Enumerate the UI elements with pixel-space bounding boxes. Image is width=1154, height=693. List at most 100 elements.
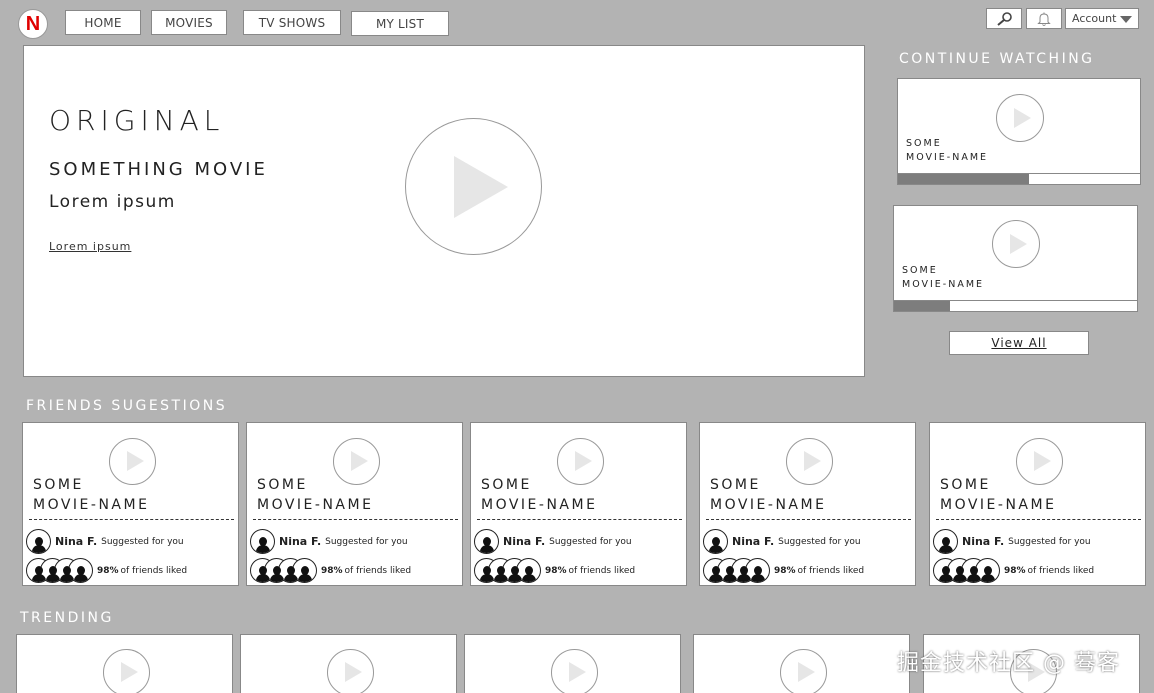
friend-suggestion-card[interactable]: SOME MOVIE-NAME Nina F. Suggested for yo…	[929, 422, 1146, 586]
friend-suggestion-card[interactable]: SOME MOVIE-NAME Nina F. Suggested for yo…	[699, 422, 916, 586]
movie-name: SOME MOVIE-NAME	[902, 265, 985, 290]
progress-bar	[894, 300, 1137, 311]
liked-row: 98% of friends liked	[933, 558, 1094, 583]
play-button[interactable]	[103, 649, 150, 693]
play-icon	[569, 662, 586, 682]
user-icon	[938, 537, 953, 553]
friends-avatars	[703, 558, 770, 583]
notifications-button[interactable]	[1026, 8, 1062, 29]
hero-link[interactable]: Lorem ipsum	[49, 240, 131, 253]
liked-percent: 98%	[1004, 565, 1026, 576]
divider	[706, 519, 911, 520]
play-icon	[127, 451, 144, 471]
play-icon	[798, 662, 815, 682]
divider	[936, 519, 1141, 520]
liked-percent: 98%	[545, 565, 567, 576]
continue-watching-heading: CONTINUE WATCHING	[899, 51, 1095, 67]
play-icon	[1014, 108, 1031, 128]
friend-row: Nina F. Suggested for you	[250, 529, 408, 554]
friend-avatar	[250, 529, 275, 554]
play-button[interactable]	[996, 94, 1044, 142]
trending-card[interactable]	[240, 634, 457, 693]
search-button[interactable]	[986, 8, 1022, 29]
play-button[interactable]	[551, 649, 598, 693]
chevron-down-icon	[1120, 15, 1132, 23]
friend-name: Nina F.	[55, 535, 98, 548]
progress-bar	[898, 173, 1140, 184]
play-button[interactable]	[992, 220, 1040, 268]
continue-watching-item[interactable]: SOME MOVIE-NAME	[893, 205, 1138, 312]
trending-heading: TRENDING	[20, 610, 114, 626]
friend-suggestion-card[interactable]: SOME MOVIE-NAME Nina F. Suggested for yo…	[22, 422, 239, 586]
continue-watching-item[interactable]: SOME MOVIE-NAME	[897, 78, 1141, 185]
liked-row: 98% of friends liked	[474, 558, 635, 583]
friend-avatar	[474, 529, 499, 554]
hero-play-button[interactable]	[405, 118, 542, 255]
play-icon	[121, 662, 138, 682]
trending-card[interactable]	[693, 634, 910, 693]
user-icon	[255, 537, 270, 553]
user-icon	[31, 537, 46, 553]
liked-label: of friends liked	[568, 565, 636, 576]
nav-my-list[interactable]: MY LIST	[351, 11, 449, 36]
friends-avatars	[933, 558, 1000, 583]
view-all-label: View All	[991, 336, 1047, 350]
liked-row: 98% of friends liked	[26, 558, 187, 583]
liked-row: 98% of friends liked	[703, 558, 864, 583]
search-icon	[997, 11, 1012, 26]
user-icon	[708, 537, 723, 553]
watermark: 掘金技术社区 @ 蓦客	[897, 651, 1120, 676]
hero-title: SOMETHING MOVIE	[49, 159, 268, 180]
account-dropdown[interactable]: Account	[1065, 8, 1139, 29]
friend-avatar	[26, 529, 51, 554]
movie-name: SOME MOVIE-NAME	[940, 477, 1057, 513]
divider	[477, 519, 682, 520]
play-icon	[1010, 234, 1027, 254]
play-button[interactable]	[780, 649, 827, 693]
friend-avatar	[933, 529, 958, 554]
liked-percent: 98%	[321, 565, 343, 576]
play-icon	[345, 662, 362, 682]
liked-label: of friends liked	[1027, 565, 1095, 576]
view-all-button[interactable]: View All	[949, 331, 1089, 355]
movie-name: SOME MOVIE-NAME	[906, 138, 989, 163]
user-icon	[479, 537, 494, 553]
suggestion-note: Suggested for you	[101, 536, 184, 547]
friends-avatars	[474, 558, 541, 583]
play-icon	[575, 451, 592, 471]
liked-label: of friends liked	[797, 565, 865, 576]
movie-name: SOME MOVIE-NAME	[710, 477, 827, 513]
divider	[29, 519, 234, 520]
friend-suggestion-card[interactable]: SOME MOVIE-NAME Nina F. Suggested for yo…	[470, 422, 687, 586]
friend-suggestion-card[interactable]: SOME MOVIE-NAME Nina F. Suggested for yo…	[246, 422, 463, 586]
logo-letter: N	[25, 12, 41, 35]
hero-banner: ORIGINAL SOMETHING MOVIE Lorem ipsum Lor…	[23, 45, 865, 377]
account-label: Account	[1072, 12, 1117, 25]
friend-row: Nina F. Suggested for you	[474, 529, 632, 554]
play-button[interactable]	[327, 649, 374, 693]
friend-name: Nina F.	[962, 535, 1005, 548]
nav-home[interactable]: HOME	[65, 10, 141, 35]
divider	[253, 519, 458, 520]
nav-movies[interactable]: MOVIES	[151, 10, 227, 35]
liked-label: of friends liked	[344, 565, 412, 576]
play-icon	[804, 451, 821, 471]
bell-icon	[1037, 12, 1051, 26]
friends-suggestions-heading: FRIENDS SUGESTIONS	[26, 398, 228, 414]
friend-name: Nina F.	[279, 535, 322, 548]
hero-tag: ORIGINAL	[49, 104, 225, 137]
trending-card[interactable]	[16, 634, 233, 693]
friend-avatar	[703, 529, 728, 554]
friends-avatars	[26, 558, 93, 583]
movie-name: SOME MOVIE-NAME	[33, 477, 150, 513]
trending-card[interactable]	[464, 634, 681, 693]
friend-name: Nina F.	[503, 535, 546, 548]
liked-row: 98% of friends liked	[250, 558, 411, 583]
nav-tv-shows[interactable]: TV SHOWS	[243, 10, 341, 35]
netflix-logo[interactable]: N	[18, 9, 48, 39]
friends-avatars	[250, 558, 317, 583]
liked-percent: 98%	[774, 565, 796, 576]
suggestion-note: Suggested for you	[325, 536, 408, 547]
suggestion-note: Suggested for you	[1008, 536, 1091, 547]
liked-label: of friends liked	[120, 565, 188, 576]
